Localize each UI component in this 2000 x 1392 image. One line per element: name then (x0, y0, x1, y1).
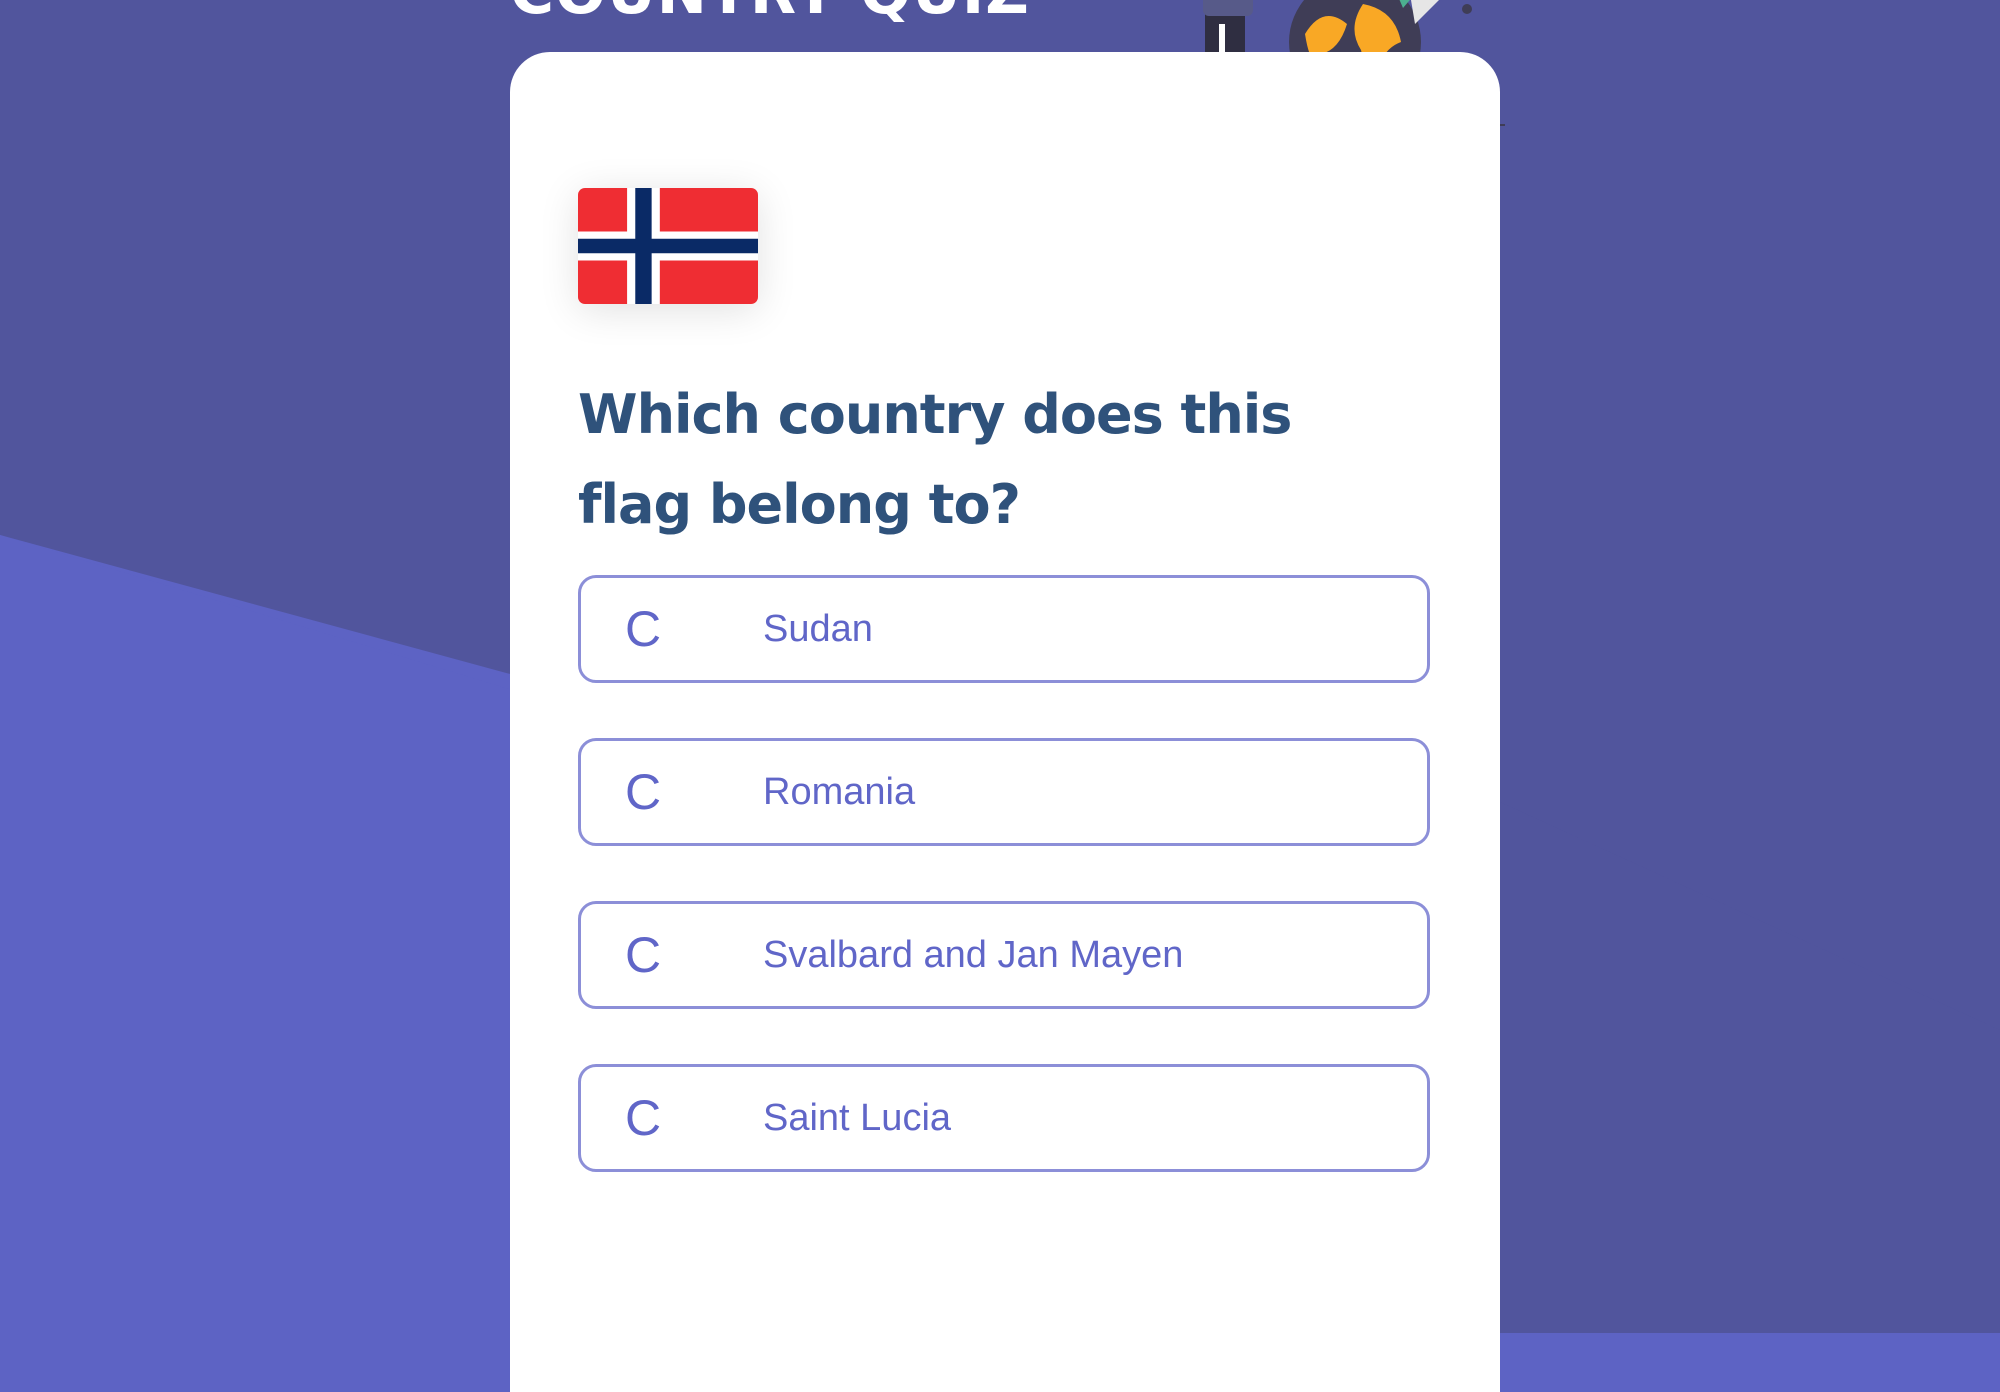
question-text: Which country does this flag belong to? (578, 383, 1292, 536)
option-label: Svalbard and Jan Mayen (763, 933, 1184, 976)
answer-option-svalbard-and-jan-mayen[interactable]: C Svalbard and Jan Mayen (578, 901, 1430, 1009)
quiz-card: Which country does this flag belong to? … (510, 52, 1500, 1392)
answer-option-sudan[interactable]: C Sudan (578, 575, 1430, 683)
option-letter: C (625, 764, 662, 820)
app-title: COUNTRY QUIZ (510, 0, 1030, 28)
option-letter: C (625, 601, 662, 657)
option-label: Romania (763, 770, 916, 813)
answer-options: C Sudan C Romania C Svalbard and Jan May… (578, 575, 1430, 1227)
answer-option-romania[interactable]: C Romania (578, 738, 1430, 846)
option-label: Sudan (763, 607, 873, 650)
norway-flag-icon (578, 188, 758, 304)
option-letter: C (625, 1090, 662, 1146)
option-label: Saint Lucia (763, 1096, 952, 1139)
answer-option-saint-lucia[interactable]: C Saint Lucia (578, 1064, 1430, 1172)
option-letter: C (625, 927, 662, 983)
